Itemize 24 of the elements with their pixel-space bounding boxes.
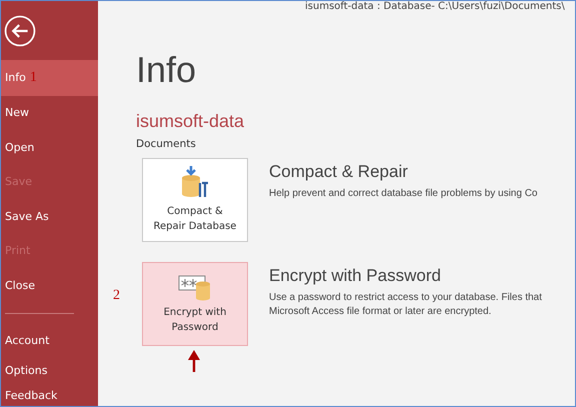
- action-button[interactable]: Compact & Repair Database: [142, 158, 248, 242]
- window-title: isumsoft-data : Database- C:\Users\fuzi\Documents\: [305, 1, 565, 12]
- sidebar-item[interactable]: Save As: [1, 200, 98, 234]
- action-button[interactable]: Encrypt with Password: [142, 262, 248, 346]
- action-description: Use a password to restrict access to your database. Files that Microsoft Access file format or later are encrypted.: [269, 291, 542, 319]
- sidebar-item[interactable]: Close: [1, 268, 98, 303]
- step-number: 1: [30, 70, 37, 85]
- sidebar-item[interactable]: New: [1, 96, 98, 130]
- action-heading: Compact & Repair: [269, 162, 409, 182]
- database-tools-icon: [180, 166, 210, 200]
- sidebar-item[interactable]: Account: [1, 326, 98, 356]
- sidebar-item[interactable]: Info 1: [1, 60, 98, 96]
- sidebar-item[interactable]: Open: [1, 130, 98, 165]
- back-icon[interactable]: [3, 14, 37, 48]
- step-number: 2: [113, 288, 120, 304]
- sidebar-item[interactable]: Options: [1, 356, 98, 386]
- arrow-icon: [188, 350, 200, 372]
- action-description: Help prevent and correct database file problems by using Co: [269, 187, 538, 201]
- action-heading: Encrypt with Password: [269, 266, 442, 286]
- page-title: Info: [136, 49, 198, 91]
- password-database-icon: [178, 273, 212, 301]
- file-name: isumsoft-data: [136, 111, 246, 132]
- sidebar-item[interactable]: Feedback: [1, 386, 98, 406]
- section-label: Documents: [136, 138, 197, 150]
